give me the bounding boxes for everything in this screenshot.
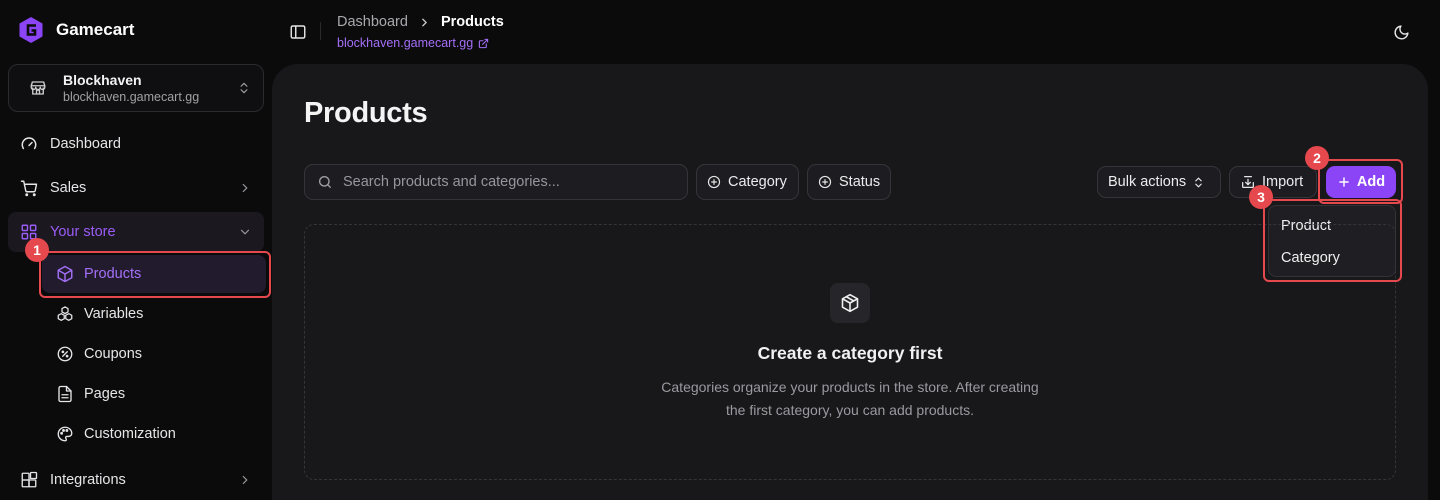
chevrons-up-down-icon <box>1192 176 1205 189</box>
cart-icon <box>20 179 38 197</box>
bulk-actions-label: Bulk actions <box>1108 174 1187 190</box>
breadcrumb: Dashboard Products <box>337 14 504 30</box>
import-button[interactable]: Import <box>1229 166 1317 198</box>
moon-icon[interactable] <box>1393 24 1411 42</box>
sidebar-subitem-customization[interactable]: Customization <box>42 415 266 453</box>
sidebar-item-integrations[interactable]: Integrations <box>8 460 264 500</box>
sidebar-item-sales[interactable]: Sales <box>8 168 264 208</box>
header-divider <box>320 22 321 40</box>
brand-name: Gamecart <box>56 20 135 39</box>
sidebar-subitem-coupons[interactable]: Coupons <box>42 335 266 373</box>
store-switcher[interactable]: Blockhaven blockhaven.gamecart.gg <box>8 64 264 112</box>
store-external-link[interactable]: blockhaven.gamecart.gg <box>337 36 489 50</box>
percent-badge-icon <box>56 345 74 363</box>
gauge-icon <box>20 135 38 153</box>
filter-category-button[interactable]: Category <box>696 164 799 200</box>
external-link-icon <box>478 38 489 49</box>
sidebar-toggle-icon[interactable] <box>289 23 307 41</box>
filter-label: Status <box>839 174 881 190</box>
sidebar-subitem-label: Pages <box>84 386 126 402</box>
empty-state-title: Create a category first <box>757 343 943 363</box>
filter-label: Category <box>728 174 787 190</box>
sidebar-item-label: Your store <box>50 224 116 240</box>
breadcrumb-dashboard[interactable]: Dashboard <box>337 14 408 30</box>
annotation-highlight-add <box>1318 159 1403 204</box>
palette-icon <box>56 425 74 443</box>
chevron-down-icon <box>238 225 252 239</box>
plus-circle-icon <box>818 175 832 189</box>
brand[interactable]: Gamecart <box>18 16 134 44</box>
sidebar-subitem-label: Coupons <box>84 346 143 362</box>
sidebar-item-label: Dashboard <box>50 136 121 152</box>
annotation-highlight-products <box>39 251 271 298</box>
search-box[interactable] <box>304 164 688 200</box>
sidebar-item-label: Sales <box>50 180 87 196</box>
file-icon <box>56 385 74 403</box>
cubes-icon <box>56 305 74 323</box>
search-input[interactable] <box>343 174 675 190</box>
search-icon <box>317 174 333 190</box>
empty-state-description: Categories organize your products in the… <box>661 379 1039 418</box>
sidebar-item-label: Integrations <box>50 472 126 488</box>
chevron-right-icon <box>418 16 431 29</box>
sidebar-item-dashboard[interactable]: Dashboard <box>8 124 264 164</box>
store-icon <box>29 79 47 97</box>
store-link-text: blockhaven.gamecart.gg <box>337 36 474 50</box>
sidebar-subitem-label: Customization <box>84 426 176 442</box>
page-title: Products <box>304 97 428 129</box>
plus-circle-icon <box>707 175 721 189</box>
chevrons-up-down-icon <box>237 81 251 95</box>
chevron-right-icon <box>238 473 252 487</box>
annotation-badge-2: 2 <box>1305 146 1329 170</box>
sidebar-subitem-label: Variables <box>84 306 144 322</box>
annotation-highlight-dropdown <box>1263 199 1402 282</box>
annotation-badge-3: 3 <box>1249 185 1273 209</box>
gamecart-logo-icon <box>18 16 44 44</box>
sidebar-subitem-pages[interactable]: Pages <box>42 375 266 413</box>
filter-status-button[interactable]: Status <box>807 164 891 200</box>
store-name: Blockhaven <box>63 71 142 88</box>
store-url: blockhaven.gamecart.gg <box>63 89 200 104</box>
bulk-actions-select[interactable]: Bulk actions <box>1097 166 1221 198</box>
puzzle-icon <box>20 471 38 489</box>
breadcrumb-products: Products <box>440 14 504 30</box>
sidebar-subitem-variables[interactable]: Variables <box>42 295 266 333</box>
box-icon <box>830 283 870 323</box>
annotation-badge-1: 1 <box>25 238 49 262</box>
chevron-right-icon <box>238 181 252 195</box>
